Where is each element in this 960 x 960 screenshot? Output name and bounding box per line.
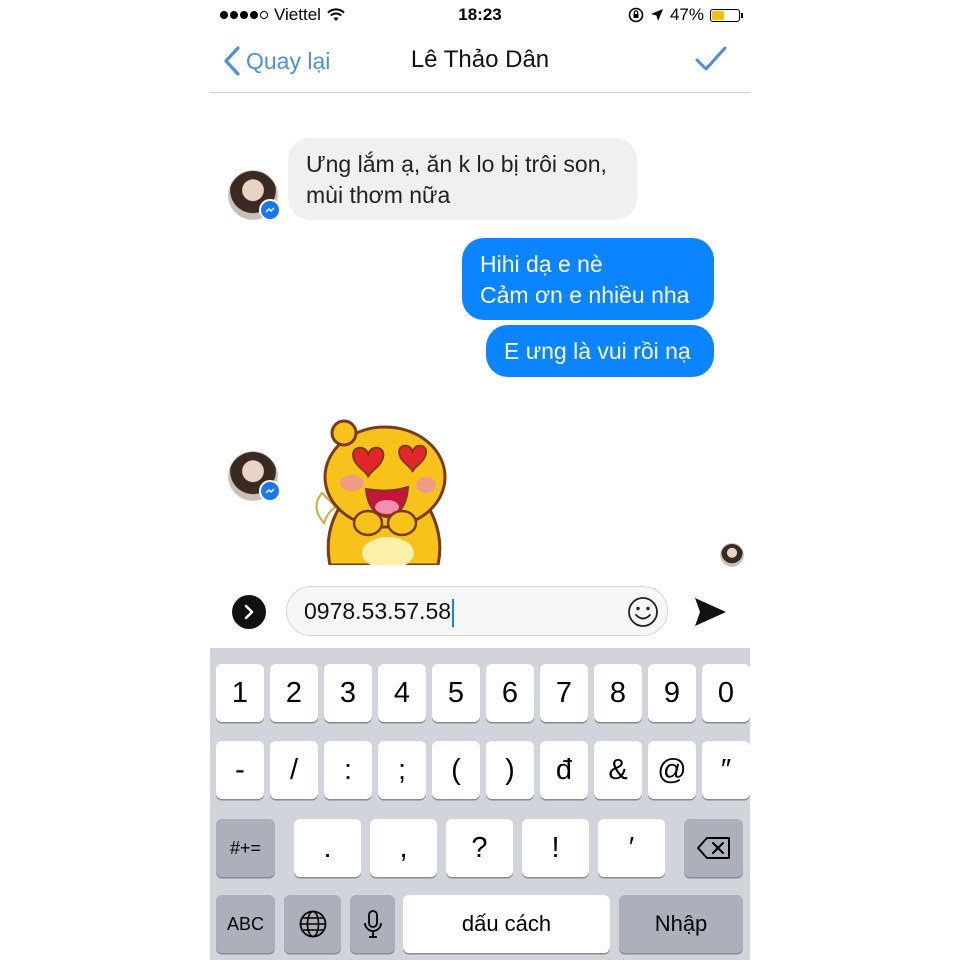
- symbol-key[interactable]: đ: [540, 741, 588, 799]
- contact-avatar[interactable]: [228, 170, 281, 221]
- return-key[interactable]: Nhập: [619, 895, 743, 953]
- punctuation-key[interactable]: ,: [370, 819, 437, 877]
- symbol-key[interactable]: ): [486, 741, 534, 799]
- globe-key[interactable]: [284, 895, 341, 953]
- expand-button[interactable]: [232, 595, 266, 629]
- punctuation-key[interactable]: ?: [446, 819, 513, 877]
- number-key[interactable]: 0: [702, 664, 750, 722]
- microphone-icon: [363, 910, 382, 938]
- sticker-message[interactable]: [310, 415, 460, 565]
- number-key[interactable]: 4: [378, 664, 426, 722]
- rotation-lock-icon: [628, 7, 644, 23]
- symbol-key[interactable]: ;: [378, 741, 426, 799]
- checkmark-icon[interactable]: [694, 44, 728, 74]
- message-line: Cảm ơn e nhiều nha: [480, 282, 690, 308]
- text-caret: [452, 598, 455, 627]
- incoming-message[interactable]: Ưng lắm ạ, ăn k lo bị trôi son, mùi thơm…: [288, 138, 637, 220]
- number-key[interactable]: 1: [216, 664, 264, 722]
- message-line: Hihi dạ e nè: [480, 251, 603, 277]
- number-key[interactable]: 2: [270, 664, 318, 722]
- battery-percent: 47%: [669, 5, 704, 24]
- punctuation-key[interactable]: !: [522, 819, 589, 877]
- heart-eyes-duck-sticker: [315, 419, 447, 565]
- messenger-screen: Viettel 18:23 47% Quay lại Lê Thảo Dân Ư…: [210, 0, 750, 960]
- abc-key[interactable]: ABC: [216, 895, 275, 953]
- symbols-toggle-key[interactable]: #+=: [216, 819, 275, 877]
- seen-indicator-avatar: [720, 543, 744, 567]
- contact-avatar[interactable]: [228, 451, 281, 502]
- number-key[interactable]: 8: [594, 664, 642, 722]
- symbol-key[interactable]: -: [216, 741, 264, 799]
- number-key[interactable]: 7: [540, 664, 588, 722]
- keyboard: 1234567890 - /:;() đ & @ ″ #+= .,?! ′ ABC dấu …: [210, 648, 750, 960]
- message-input[interactable]: 0978.53.57.58: [286, 586, 668, 636]
- outgoing-message[interactable]: Hihi dạ e nè Cảm ơn e nhiều nha: [462, 238, 714, 320]
- number-key[interactable]: 6: [486, 664, 534, 722]
- message-input-value: 0978.53.57.58: [304, 598, 452, 624]
- messenger-badge-icon: [259, 199, 281, 221]
- battery-icon: [710, 8, 743, 22]
- message-line: E ưng là vui rồi nạ: [504, 338, 691, 364]
- space-key[interactable]: dấu cách: [403, 895, 610, 953]
- send-icon[interactable]: [692, 594, 728, 630]
- status-bar: Viettel 18:23 47%: [210, 0, 750, 30]
- number-key[interactable]: 3: [324, 664, 372, 722]
- symbol-key[interactable]: /: [270, 741, 318, 799]
- backspace-key[interactable]: [684, 819, 743, 877]
- chevron-right-icon: [244, 604, 254, 620]
- globe-icon: [299, 910, 326, 938]
- number-key[interactable]: 5: [432, 664, 480, 722]
- number-key[interactable]: 9: [648, 664, 696, 722]
- messenger-badge-icon: [259, 480, 281, 502]
- conversation-title: Lê Thảo Dân: [410, 46, 550, 73]
- message-line: Ưng lắm ạ, ăn k lo bị trôi son,: [306, 151, 607, 177]
- battery-fill: [712, 10, 724, 20]
- dictation-key[interactable]: [350, 895, 395, 953]
- message-composer: 0978.53.57.58: [210, 578, 750, 648]
- nav-bar: Quay lại Lê Thảo Dân: [210, 30, 750, 93]
- punctuation-key[interactable]: ′: [598, 819, 665, 877]
- location-arrow-icon: [650, 9, 663, 21]
- symbol-key[interactable]: :: [324, 741, 372, 799]
- backspace-icon: [696, 837, 730, 859]
- punctuation-key[interactable]: .: [294, 819, 361, 877]
- emoji-icon[interactable]: [627, 596, 659, 628]
- status-right-group: 47%: [628, 5, 743, 25]
- symbol-key[interactable]: ″: [702, 741, 750, 799]
- outgoing-message[interactable]: E ưng là vui rồi nạ: [486, 325, 714, 377]
- symbol-key[interactable]: @: [648, 741, 696, 799]
- message-line: mùi thơm nữa: [306, 182, 451, 208]
- symbol-key[interactable]: &: [594, 741, 642, 799]
- symbol-key[interactable]: (: [432, 741, 480, 799]
- message-input-text: 0978.53.57.58: [304, 598, 455, 627]
